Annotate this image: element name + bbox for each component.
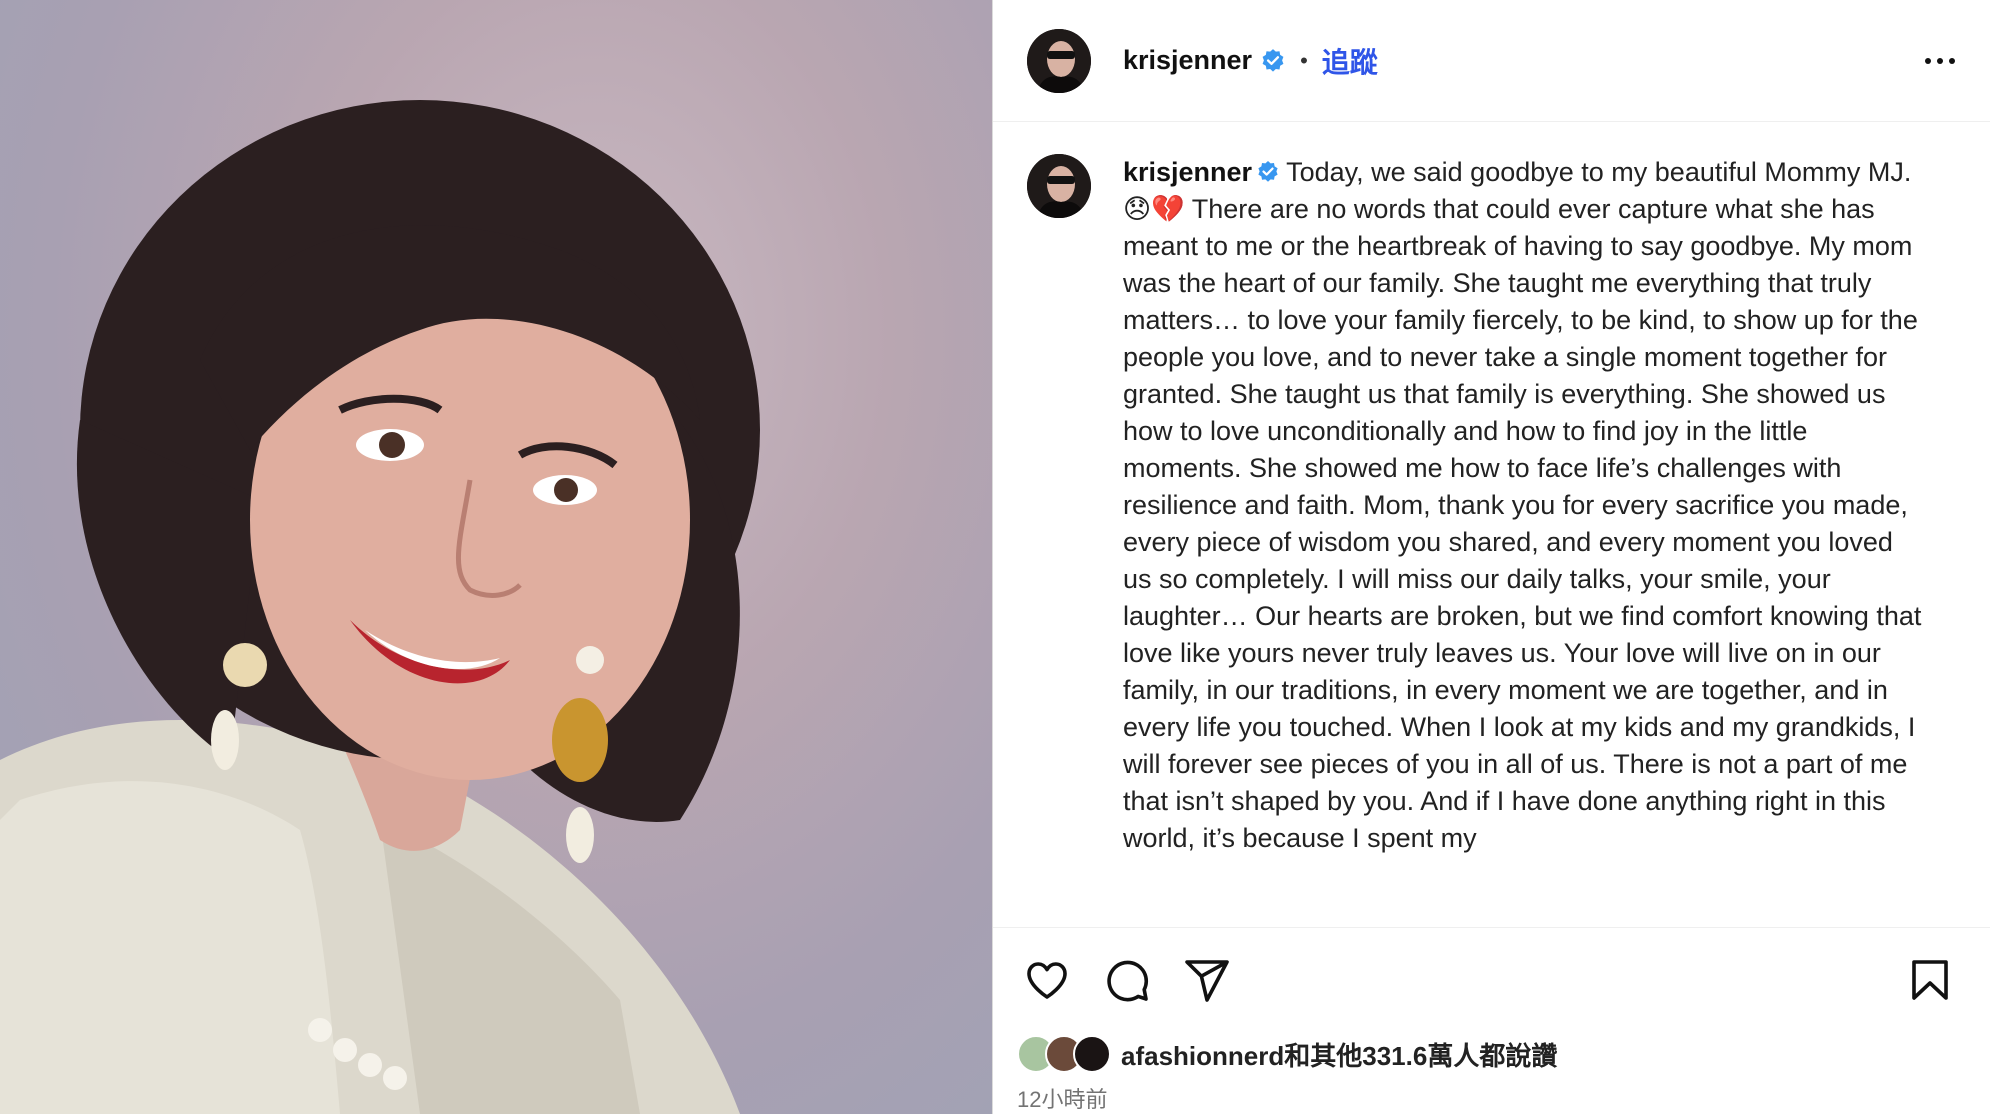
caption-avatar[interactable] xyxy=(1027,154,1091,218)
avatar[interactable] xyxy=(1027,28,1091,93)
portrait-illustration xyxy=(0,100,760,1114)
likes-count[interactable]: afashionnerd和其他331.6萬人都說讚 xyxy=(1121,1036,1557,1073)
post-header: krisjenner • 追蹤 xyxy=(993,0,1990,122)
post-sidebar: krisjenner • 追蹤 krisjenner Today, we sai… xyxy=(992,0,1990,1114)
avatar-image xyxy=(1027,154,1091,218)
post-timestamp[interactable]: 12小時前 xyxy=(993,1076,1990,1114)
verified-badge-icon xyxy=(1258,161,1278,182)
caption-username[interactable]: krisjenner xyxy=(1123,157,1252,187)
comment-button[interactable] xyxy=(1097,950,1157,1010)
liker-avatars[interactable] xyxy=(1017,1035,1111,1073)
caption-area: krisjenner Today, we said goodbye to my … xyxy=(993,122,1990,928)
action-bar xyxy=(993,928,1990,1032)
post-username[interactable]: krisjenner xyxy=(1123,45,1252,76)
header-separator: • xyxy=(1300,47,1308,73)
verified-badge-icon xyxy=(1262,48,1284,72)
bookmark-icon xyxy=(1912,960,1948,1000)
save-button[interactable] xyxy=(1900,950,1960,1010)
avatar xyxy=(1073,1035,1111,1073)
avatar-image xyxy=(1027,28,1091,93)
likes-row: afashionnerd和其他331.6萬人都說讚 xyxy=(993,1032,1990,1076)
share-button[interactable] xyxy=(1177,950,1237,1010)
more-icon xyxy=(1925,57,1931,64)
more-options-button[interactable] xyxy=(1920,41,1960,81)
share-icon xyxy=(1185,960,1229,1002)
caption-text: krisjenner Today, we said goodbye to my … xyxy=(1123,154,1923,894)
comment-icon xyxy=(1107,960,1148,1002)
follow-button[interactable]: 追蹤 xyxy=(1322,41,1378,81)
post-photo[interactable] xyxy=(0,0,992,1114)
caption-body: Today, we said goodbye to my beautiful M… xyxy=(1123,157,1922,853)
heart-icon xyxy=(1027,962,1067,999)
instagram-post: krisjenner • 追蹤 krisjenner Today, we sai… xyxy=(0,0,1990,1114)
like-button[interactable] xyxy=(1017,950,1077,1010)
